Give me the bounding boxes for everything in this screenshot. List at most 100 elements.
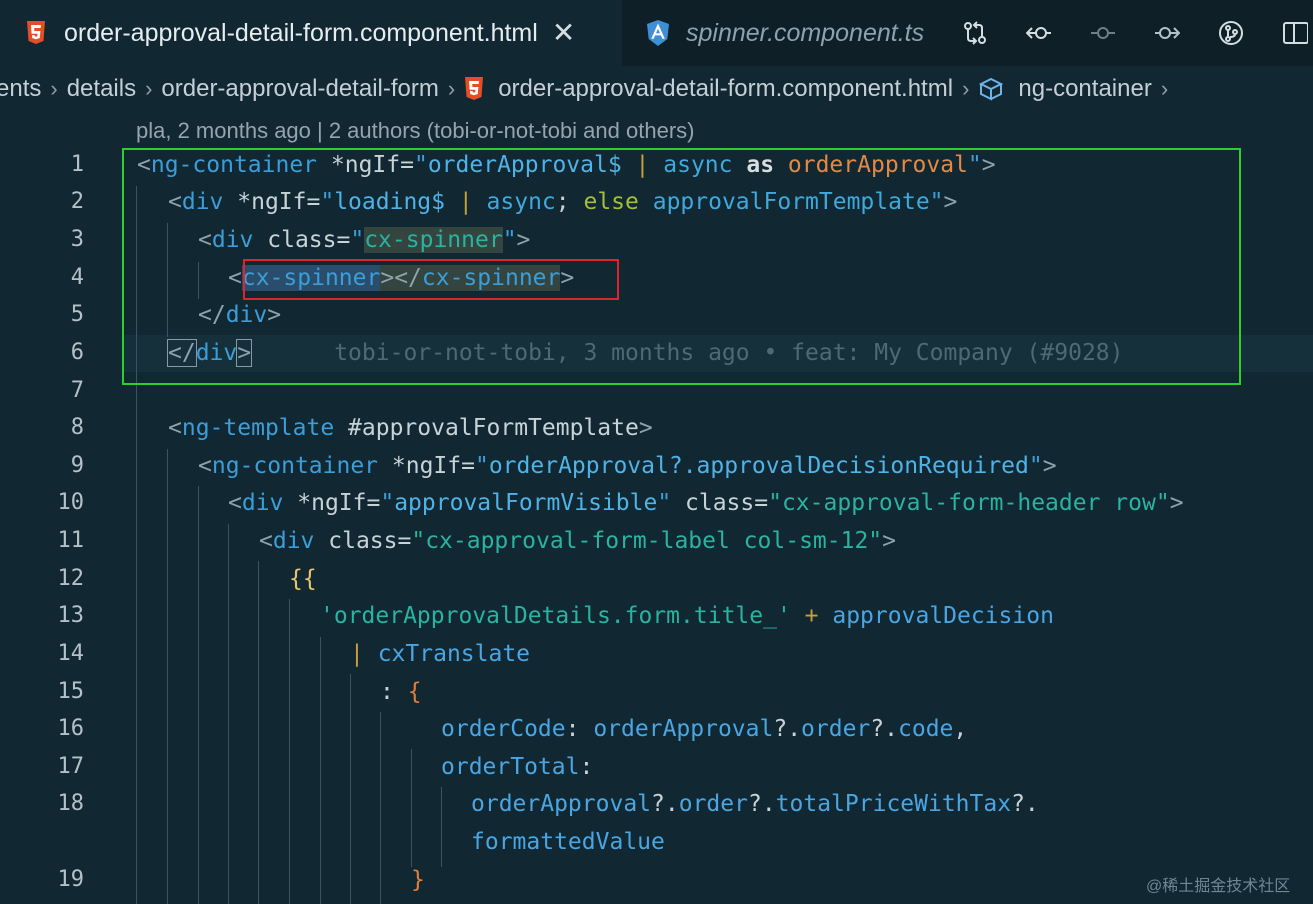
tag-bracket: < <box>168 415 182 441</box>
blame-codelens[interactable]: pla, 2 months ago | 2 authors (tobi-or-n… <box>136 118 694 144</box>
indent-guide <box>380 712 381 904</box>
line-number: 4 <box>70 265 84 290</box>
property-key: orderTotal <box>441 754 580 780</box>
indent-guide <box>441 787 442 867</box>
code-line[interactable]: {{ <box>289 561 317 598</box>
operator: ?. <box>651 791 679 817</box>
attribute: class= <box>314 528 412 554</box>
line-number: 10 <box>57 490 85 515</box>
line-number: 15 <box>57 679 85 704</box>
line-number: 5 <box>70 302 84 327</box>
line-number: 14 <box>57 641 85 666</box>
code-line[interactable]: } <box>411 862 425 899</box>
code-line[interactable]: <div *ngIf="approvalFormVisible" class="… <box>228 485 1184 522</box>
quote: " <box>657 490 672 516</box>
indent-guide <box>258 561 259 904</box>
code-line-wrapped[interactable]: formattedValue <box>471 824 665 861</box>
indent-guide <box>289 599 290 904</box>
tab-label: spinner.component.ts <box>686 18 925 47</box>
code-line[interactable]: <ng-container *ngIf="orderApproval?.appr… <box>198 448 1057 485</box>
code-line[interactable]: orderTotal: <box>441 749 593 786</box>
line-number: 8 <box>70 415 84 440</box>
code-line[interactable]: <ng-template #approvalFormTemplate> <box>168 410 653 447</box>
colon: : <box>380 679 408 705</box>
breadcrumb-item[interactable]: order-approval-detail-form.component.htm… <box>498 75 953 103</box>
expression: approvalFormVisible <box>394 490 658 516</box>
tag-bracket: > <box>1169 490 1184 516</box>
quote: " <box>474 453 489 479</box>
variable: approvalDecision <box>832 603 1054 629</box>
pipe-name: cxTranslate <box>377 641 531 667</box>
breadcrumb-item[interactable]: order-approval-detail-form <box>161 75 438 103</box>
breadcrumb-item[interactable]: ng-container <box>1018 75 1151 103</box>
variable: orderApproval <box>471 791 652 817</box>
class-value: "cx-approval-form-header row" <box>768 490 1170 516</box>
previous-change-icon[interactable] <box>1026 20 1052 46</box>
highlight-box-red <box>243 259 619 300</box>
chevron-right-icon: › <box>447 76 456 101</box>
object-brace: { <box>407 679 422 705</box>
tab-order-approval-detail-form[interactable]: order-approval-detail-form.component.htm… <box>0 0 622 66</box>
line-number: 16 <box>57 716 85 741</box>
html5-icon <box>27 21 45 44</box>
chevron-right-icon: › <box>50 76 58 101</box>
indent-guide <box>198 486 199 904</box>
line-number: 1 <box>70 152 84 177</box>
close-tab-icon[interactable]: ✕ <box>552 19 575 47</box>
quote: " <box>380 490 395 516</box>
indent-guide <box>167 449 168 904</box>
breadcrumb-item[interactable]: details <box>67 75 136 103</box>
indent-guide <box>228 524 229 904</box>
line-number: 17 <box>57 754 85 779</box>
colon: : <box>565 716 594 742</box>
cube-icon <box>979 77 1004 101</box>
tag-bracket: > <box>1042 453 1057 479</box>
attribute: *ngIf= <box>378 453 475 479</box>
indent-guide <box>320 637 321 904</box>
line-number: 19 <box>57 867 85 892</box>
code-editor[interactable]: pla, 2 months ago | 2 authors (tobi-or-n… <box>0 112 1313 904</box>
indent-guide <box>350 674 351 904</box>
split-editor-icon[interactable] <box>1282 20 1308 46</box>
next-change-icon[interactable] <box>1154 20 1180 46</box>
interpolation-brace: {{ <box>289 566 317 592</box>
code-line[interactable]: | cxTranslate <box>350 636 530 673</box>
code-line[interactable]: <div class="cx-approval-form-label col-s… <box>259 523 896 560</box>
code-line[interactable]: : { <box>380 674 422 711</box>
operator: ?. <box>773 716 802 742</box>
tag-bracket: < <box>198 453 212 479</box>
html5-icon <box>465 77 484 100</box>
property: order <box>678 791 748 817</box>
code-line[interactable]: orderApproval?.order?.totalPriceWithTax?… <box>471 786 1039 823</box>
attribute: class= <box>671 490 769 516</box>
operator: ?. <box>870 716 898 742</box>
object-brace: } <box>411 867 425 893</box>
tab-label: order-approval-detail-form.component.htm… <box>64 18 538 47</box>
template-ref: #approvalFormTemplate <box>334 415 639 441</box>
property: code <box>898 716 954 742</box>
chevron-right-icon: › <box>145 76 153 101</box>
code-line[interactable]: 'orderApprovalDetails.form.title_' + app… <box>320 598 1054 635</box>
breadcrumb-item[interactable]: ents <box>0 75 41 103</box>
colon: : <box>579 754 594 780</box>
line-number: 7 <box>70 378 84 403</box>
operator: ?. <box>747 791 776 817</box>
line-number: 3 <box>70 227 84 252</box>
angular-icon <box>647 20 669 46</box>
git-graph-icon[interactable] <box>1218 20 1244 46</box>
compare-changes-icon[interactable] <box>962 20 988 46</box>
indent-guide <box>411 749 412 867</box>
attribute: *ngIf= <box>283 490 381 516</box>
code-line[interactable]: orderCode: orderApproval?.order?.code, <box>441 711 967 748</box>
tab-spinner-component[interactable]: spinner.component.ts <box>622 0 952 66</box>
tag-name: div <box>272 528 315 554</box>
line-number: 12 <box>57 566 85 591</box>
operator: ?. <box>1011 791 1039 817</box>
comma: , <box>953 716 968 742</box>
property: order <box>801 716 871 742</box>
line-number: 18 <box>57 791 85 816</box>
tab-bar: order-approval-detail-form.component.htm… <box>0 0 1313 66</box>
tag-bracket: > <box>638 415 653 441</box>
watermark: @稀土掘金技术社区 <box>1146 878 1291 895</box>
current-commit-icon[interactable] <box>1090 20 1116 46</box>
